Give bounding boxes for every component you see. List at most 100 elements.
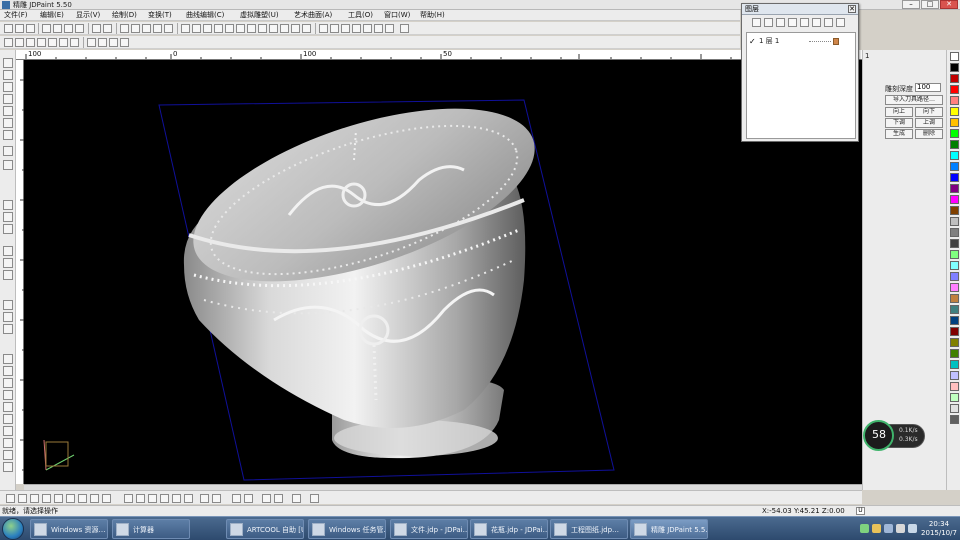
lower-button[interactable]: 下调 xyxy=(885,118,913,128)
array-tool-icon[interactable] xyxy=(3,270,13,280)
power-icon[interactable] xyxy=(896,524,905,533)
ortho-icon[interactable] xyxy=(124,494,133,503)
redo-icon[interactable] xyxy=(103,24,112,33)
zoom-all-icon[interactable] xyxy=(37,38,46,47)
unit-toggle[interactable]: U xyxy=(856,507,865,515)
pan-icon[interactable] xyxy=(59,38,68,47)
snap-mid-icon[interactable] xyxy=(30,494,39,503)
menu-file[interactable]: 文件(F) xyxy=(4,10,28,21)
palette-swatch[interactable] xyxy=(950,184,959,193)
palette-swatch[interactable] xyxy=(950,349,959,358)
layer-delete-icon[interactable] xyxy=(764,18,773,27)
palette-swatch[interactable] xyxy=(950,415,959,424)
settings-tool-icon[interactable] xyxy=(3,462,13,472)
start-button[interactable] xyxy=(2,518,24,540)
view-top-icon[interactable] xyxy=(181,24,190,33)
zoom-in-icon[interactable] xyxy=(4,38,13,47)
path-icon[interactable] xyxy=(385,24,394,33)
view-iso-icon[interactable] xyxy=(225,24,234,33)
close-button[interactable]: ✕ xyxy=(940,0,958,9)
ime-icon[interactable] xyxy=(884,524,893,533)
palette-swatch[interactable] xyxy=(950,250,959,259)
delete-icon[interactable] xyxy=(120,24,129,33)
layer-down-icon[interactable] xyxy=(788,18,797,27)
circle-tool-icon[interactable] xyxy=(3,106,13,116)
line-tool-icon[interactable] xyxy=(3,94,13,104)
taskbar-item-calculator[interactable]: 计算器 xyxy=(112,519,190,539)
previous-view-icon[interactable] xyxy=(87,38,96,47)
layer-filter-icon[interactable] xyxy=(800,18,809,27)
delete-button[interactable]: 删除 xyxy=(915,129,943,139)
taskbar-item-task-manager[interactable]: Windows 任务管… xyxy=(308,519,386,539)
speaker-icon[interactable] xyxy=(872,524,881,533)
bend-icon[interactable] xyxy=(184,494,193,503)
group-icon[interactable] xyxy=(292,494,301,503)
snap-end-icon[interactable] xyxy=(18,494,27,503)
network-speed-widget[interactable]: 58 0.1K/s 0.3K/s xyxy=(863,420,926,451)
menu-transform[interactable]: 变换(T) xyxy=(148,10,172,21)
preview-icon[interactable] xyxy=(374,24,383,33)
taskbar-item-jdpaint-3[interactable]: 工程图纸.jdp… xyxy=(550,519,628,539)
minimize-button[interactable]: – xyxy=(902,0,920,9)
snap-diamond-icon[interactable] xyxy=(78,494,87,503)
menu-virtual-sculpt[interactable]: 虚拟雕塑(U) xyxy=(240,10,279,21)
palette-swatch[interactable] xyxy=(950,371,959,380)
snap-circle-icon[interactable] xyxy=(90,494,99,503)
undo-icon[interactable] xyxy=(92,24,101,33)
sculpt-tool-icon[interactable] xyxy=(3,118,13,128)
render-icon[interactable] xyxy=(269,24,278,33)
layer-show-icon[interactable] xyxy=(824,18,833,27)
palette-swatch[interactable] xyxy=(950,96,959,105)
clone-icon[interactable] xyxy=(164,24,173,33)
layer-icon[interactable] xyxy=(341,24,350,33)
layer-check-icon[interactable]: ✓ xyxy=(749,37,756,46)
layer-new-icon[interactable] xyxy=(752,18,761,27)
measure-icon[interactable] xyxy=(352,24,361,33)
pointer-tool-icon[interactable] xyxy=(3,354,13,364)
clock-date[interactable]: 2015/10/7 xyxy=(920,529,958,537)
palette-swatch[interactable] xyxy=(950,382,959,391)
zoom-selected-icon[interactable] xyxy=(48,38,57,47)
palette-swatch[interactable] xyxy=(950,360,959,369)
palette-swatch[interactable] xyxy=(950,173,959,182)
flag-icon[interactable] xyxy=(212,494,221,503)
color-tool-icon[interactable] xyxy=(3,160,13,170)
palette-swatch[interactable] xyxy=(950,305,959,314)
remove-icon[interactable] xyxy=(310,494,319,503)
save-file-icon[interactable] xyxy=(26,24,35,33)
layer-up-icon[interactable] xyxy=(776,18,785,27)
zoom-out-icon[interactable] xyxy=(15,38,24,47)
palette-swatch[interactable] xyxy=(950,393,959,402)
palette-swatch[interactable] xyxy=(950,74,959,83)
palette-swatch[interactable] xyxy=(950,63,959,72)
menu-help[interactable]: 帮助(H) xyxy=(420,10,445,21)
palette-swatch[interactable] xyxy=(950,118,959,127)
taskbar-item-artcool[interactable]: ARTCOOL 自助 [Ut… xyxy=(226,519,304,539)
track-icon[interactable] xyxy=(148,494,157,503)
menu-view[interactable]: 显示(V) xyxy=(76,10,100,21)
move-up-button[interactable]: 向上 xyxy=(885,107,913,117)
palette-swatch[interactable] xyxy=(950,239,959,248)
menu-edit[interactable]: 编辑(E) xyxy=(40,10,64,21)
layer-panel-close-button[interactable]: ✕ xyxy=(848,5,856,13)
new-file-icon[interactable] xyxy=(4,24,13,33)
break-tool-icon[interactable] xyxy=(3,390,13,400)
move-down-button[interactable]: 向下 xyxy=(915,107,943,117)
paste-icon[interactable] xyxy=(153,24,162,33)
redraw-icon[interactable] xyxy=(98,38,107,47)
generate-button[interactable]: 生成 xyxy=(885,129,913,139)
cut-path-icon[interactable] xyxy=(200,494,209,503)
snap-cross-icon[interactable] xyxy=(102,494,111,503)
wireframe-icon[interactable] xyxy=(258,24,267,33)
menu-draw[interactable]: 绘制(D) xyxy=(112,10,137,21)
fill-tool-icon[interactable] xyxy=(3,246,13,256)
palette-swatch[interactable] xyxy=(950,338,959,347)
view-left-icon[interactable] xyxy=(214,24,223,33)
dropdown-icon[interactable] xyxy=(319,24,328,33)
menu-curve-edit[interactable]: 曲线编辑(C) xyxy=(186,10,224,21)
view-front-icon[interactable] xyxy=(192,24,201,33)
calc-icon[interactable] xyxy=(363,24,372,33)
menu-tools[interactable]: 工具(O) xyxy=(348,10,373,21)
snap-icon[interactable] xyxy=(330,24,339,33)
node-edit-icon[interactable] xyxy=(3,70,13,80)
